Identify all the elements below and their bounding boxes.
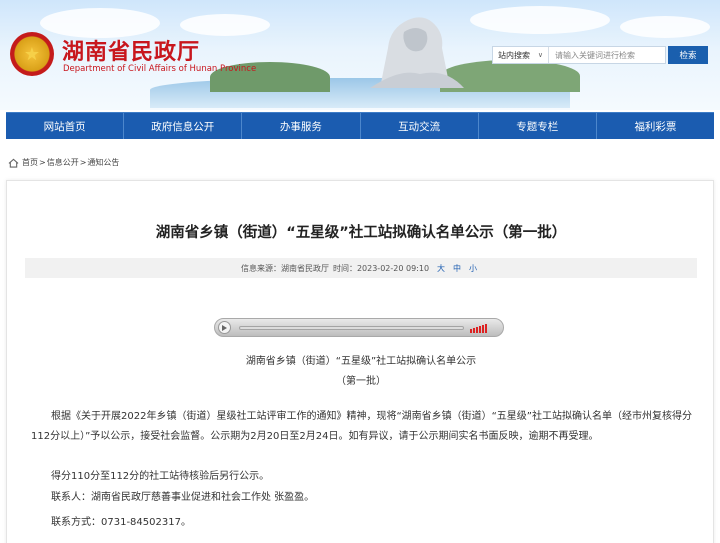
breadcrumb-info-public[interactable]: 信息公开 xyxy=(47,157,79,168)
main-nav: 网站首页 政府信息公开 办事服务 互动交流 专题专栏 福利彩票 xyxy=(6,112,714,139)
contact-person: 联系人：湖南省民政厅慈善事业促进和社会工作处 张盈盈。 xyxy=(51,492,315,503)
search-input[interactable] xyxy=(549,47,663,63)
article-paragraph: 根据《关于开展2022年乡镇（街道）星级社工站评审工作的通知》精神，现将“湖南省… xyxy=(31,411,692,442)
nav-item-home[interactable]: 网站首页 xyxy=(6,113,125,139)
site-subtitle: Department of Civil Affairs of Hunan Pro… xyxy=(63,64,257,74)
audio-player xyxy=(214,318,504,337)
article-card: 湖南省乡镇（街道）“五星级”社工站拟确认名单公示（第一批） 信息来源：湖南省民政… xyxy=(6,180,714,543)
doc-heading-line2: （第一批） xyxy=(336,376,386,387)
site-header: ★ 湖南省民政厅 Department of Civil Affairs of … xyxy=(0,0,720,110)
article-paragraph: 得分110分至112分的社工站待核验后另行公示。 xyxy=(51,471,270,482)
search-button[interactable]: 检索 xyxy=(668,46,708,64)
nav-item-lottery[interactable]: 福利彩票 xyxy=(597,113,714,139)
play-button[interactable] xyxy=(218,321,231,334)
article-source: 信息来源：湖南省民政厅 xyxy=(240,263,329,273)
chevron-down-icon: ∨ xyxy=(537,51,543,59)
nav-item-services[interactable]: 办事服务 xyxy=(242,113,361,139)
cloud-decoration xyxy=(180,14,270,36)
breadcrumb-separator: > xyxy=(79,158,87,167)
font-size-small-link[interactable]: 小 xyxy=(469,263,477,274)
breadcrumb-separator: > xyxy=(39,158,46,167)
search-scope-select[interactable]: 站内搜索 ∨ xyxy=(493,47,549,63)
doc-heading-line1: 湖南省乡镇（街道）“五星级”社工站拟确认名单公示 xyxy=(245,356,477,367)
national-emblem-icon: ★ xyxy=(10,32,54,76)
play-icon xyxy=(222,324,227,331)
contact-phone: 联系方式：0731-84502317。 xyxy=(51,517,191,528)
nav-item-gov-info[interactable]: 政府信息公开 xyxy=(124,113,243,139)
search-scope-label: 站内搜索 xyxy=(498,50,530,60)
cloud-decoration xyxy=(620,16,710,38)
cloud-decoration xyxy=(470,6,610,34)
breadcrumb-home[interactable]: 首页 xyxy=(22,157,38,168)
article-title: 湖南省乡镇（街道）“五星级”社工站拟确认名单公示（第一批） xyxy=(155,225,567,241)
volume-icon[interactable] xyxy=(470,323,487,333)
article-time: 时间：2023-02-20 09:10 xyxy=(332,263,430,273)
breadcrumb: 首页 > 信息公开 > 通知公告 xyxy=(8,157,119,168)
nav-item-interaction[interactable]: 互动交流 xyxy=(361,113,479,139)
nav-item-topics[interactable]: 专题专栏 xyxy=(479,113,597,139)
font-size-large-link[interactable]: 大 xyxy=(437,263,445,274)
breadcrumb-notices[interactable]: 通知公告 xyxy=(87,157,119,168)
audio-progress-bar[interactable] xyxy=(239,326,464,330)
font-size-medium-link[interactable]: 中 xyxy=(453,263,461,274)
search-box: 站内搜索 ∨ xyxy=(492,46,666,64)
article-meta: 信息来源：湖南省民政厅 时间：2023-02-20 09:10 大 中 小 xyxy=(25,258,697,278)
site-title[interactable]: 湖南省民政厅 xyxy=(62,34,200,66)
home-icon xyxy=(8,158,19,168)
statue-image xyxy=(370,17,464,88)
